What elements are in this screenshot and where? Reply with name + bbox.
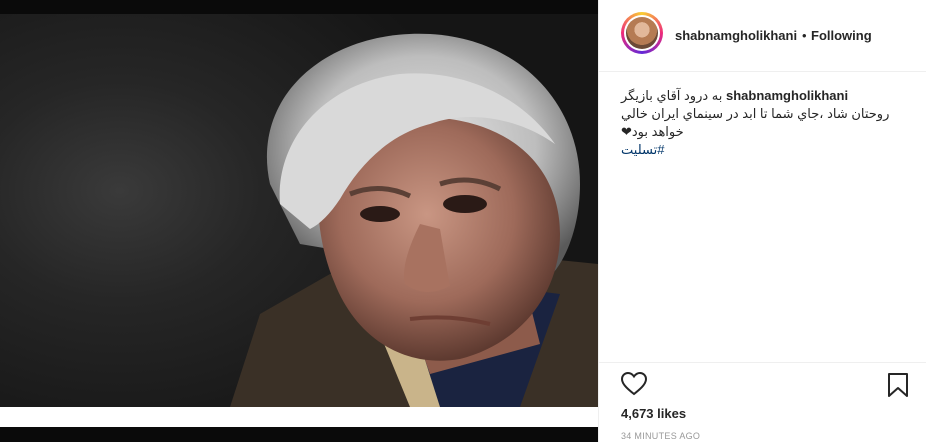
- hashtag-link[interactable]: #تسليت: [621, 141, 911, 159]
- bookmark-icon[interactable]: [887, 373, 909, 397]
- post-header: shabnamgholikhani • Following: [599, 0, 926, 72]
- caption-text-line-2: روحتان شاد ،جاي شما تا ابد در سينماي اير…: [621, 106, 890, 121]
- caption-text-line-3: خواهد بود❤: [621, 124, 684, 139]
- username-link[interactable]: shabnamgholikhani: [675, 28, 797, 43]
- media-letterbox-top: [0, 0, 598, 14]
- media-letterbox-bottom: [0, 427, 598, 442]
- profile-avatar[interactable]: [621, 12, 663, 54]
- post-media: [0, 0, 598, 442]
- avatar-image: [626, 17, 658, 49]
- separator-dot: •: [802, 28, 807, 43]
- following-button[interactable]: Following: [811, 28, 872, 43]
- post-caption: shabnamgholikhani به درود آقاي بازيگر رو…: [621, 87, 911, 159]
- likes-count[interactable]: 4,673 likes: [621, 406, 686, 421]
- post-timestamp[interactable]: 34 MINUTES AGO: [621, 431, 700, 441]
- caption-username[interactable]: shabnamgholikhani: [726, 88, 848, 103]
- caption-text-line-1: به درود آقاي بازيگر: [621, 88, 723, 103]
- portrait-image: [230, 33, 598, 407]
- action-bar: [599, 362, 926, 397]
- post-photo[interactable]: [0, 14, 598, 407]
- post-side-panel: shabnamgholikhani • Following shabnamgho…: [598, 0, 926, 442]
- heart-icon[interactable]: [621, 372, 647, 396]
